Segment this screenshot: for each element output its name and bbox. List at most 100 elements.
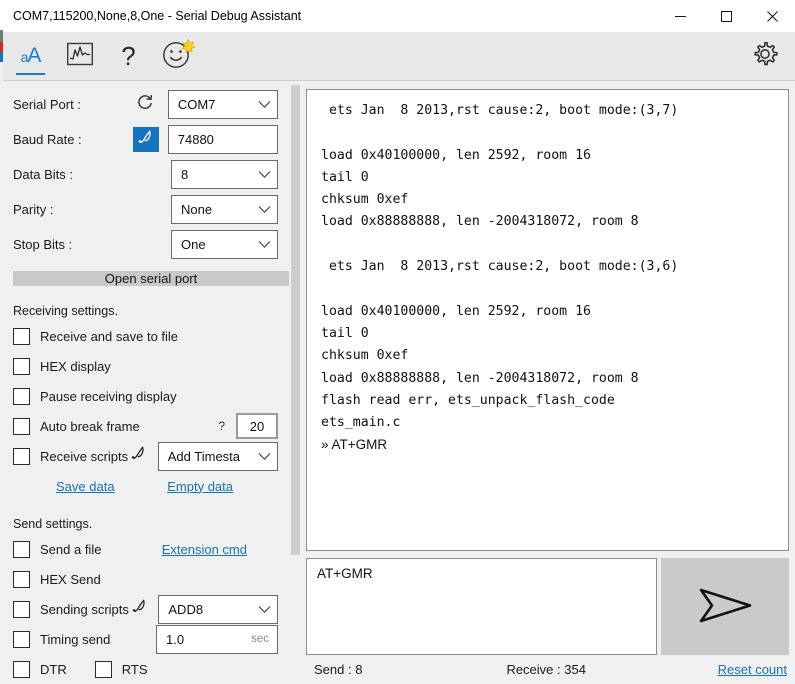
hex-display-label: HEX display (40, 358, 111, 374)
active-tab-indicator (16, 72, 45, 75)
auto-break-frame-checkbox[interactable] (13, 417, 30, 435)
terminal-line: tail 0 (321, 169, 369, 185)
hex-send-checkbox[interactable] (13, 570, 30, 588)
pen-script-icon (130, 445, 147, 467)
auto-break-frame-row: Auto break frame ? 20 (13, 411, 278, 441)
timing-send-value: 1.0 (166, 631, 185, 647)
open-serial-port-button[interactable]: Open serial port (13, 271, 289, 286)
pause-receiving-row[interactable]: Pause receiving display (13, 381, 278, 411)
stop-bits-select[interactable]: One (171, 230, 278, 259)
pause-receiving-checkbox[interactable] (13, 387, 30, 405)
send-settings-title: Send settings. (13, 517, 93, 531)
maximize-button[interactable] (703, 0, 749, 32)
auto-break-help-icon[interactable]: ? (218, 419, 225, 433)
send-arrow-icon (695, 581, 755, 632)
dtr-checkbox[interactable] (13, 660, 30, 678)
text-display-tab-label: aA (20, 44, 42, 67)
parity-select[interactable]: None (171, 195, 278, 224)
terminal-line: load 0x88888888, len -2004318072, room 8 (321, 214, 639, 230)
stop-bits-row: Stop Bits : One (13, 229, 278, 260)
baud-rate-input[interactable]: 74880 (167, 125, 278, 154)
baud-script-button[interactable] (133, 127, 159, 152)
empty-data-link[interactable]: Empty data (167, 479, 233, 494)
send-button[interactable] (661, 558, 789, 655)
smiley-icon (160, 37, 196, 75)
save-data-link[interactable]: Save data (56, 479, 115, 494)
pause-receiving-label: Pause receiving display (40, 388, 177, 404)
settings-button[interactable] (745, 36, 785, 76)
sending-scripts-row: Sending scripts ADD8 (13, 594, 278, 624)
settings-panel-scrollbar[interactable] (291, 85, 300, 680)
hex-send-label: HEX Send (40, 571, 101, 587)
terminal-panel: ets Jan 8 2013,rst cause:2, boot mode:(3… (303, 81, 795, 684)
scrollbar-track[interactable] (291, 555, 300, 680)
scrollbar-thumb[interactable] (291, 85, 300, 555)
help-tab[interactable]: ? (104, 32, 153, 80)
baud-rate-row: Baud Rate : 74880 (13, 124, 278, 155)
minimize-button[interactable] (657, 0, 703, 32)
waveform-tab[interactable] (55, 32, 104, 80)
body: Serial Port : COM7 Baud Rate: 74880 Dat… (0, 81, 795, 684)
chevron-down-icon (258, 602, 271, 617)
timing-send-unit: sec (251, 633, 269, 645)
smiley-tab[interactable] (153, 32, 202, 80)
pen-script-icon (131, 598, 148, 620)
receive-scripts-select[interactable]: Add Timesta (157, 441, 278, 471)
sending-scripts-checkbox[interactable] (13, 600, 30, 618)
terminal-line: ets_main.c (321, 415, 401, 431)
send-area: AT+GMR (306, 558, 789, 655)
receive-save-to-file-label: Receive and save to file (40, 328, 179, 344)
terminal-line: flash read err, ets_unpack_flash_code (321, 392, 615, 408)
send-a-file-checkbox[interactable] (13, 540, 30, 558)
rts-checkbox[interactable] (94, 660, 112, 678)
auto-break-frame-input[interactable]: 20 (236, 413, 278, 439)
sending-scripts-select[interactable]: ADD8 (158, 594, 278, 624)
data-bits-value: 8 (181, 167, 189, 182)
terminal-line: load 0x40100000, len 2592, room 16 (321, 303, 591, 319)
extension-cmd-link[interactable]: Extension cmd (162, 542, 247, 557)
receiving-settings-section: Receiving settings. Receive and save to … (0, 297, 292, 499)
receive-scripts-checkbox[interactable] (13, 447, 30, 465)
window-controls (657, 0, 795, 32)
terminal-line: chksum 0xef (321, 348, 409, 364)
gear-icon (751, 40, 779, 73)
serial-port-row: Serial Port : COM7 (13, 89, 278, 120)
sending-scripts-edit-button[interactable] (129, 598, 151, 620)
window-edge-accent (0, 0, 3, 684)
data-bits-row: Data Bits : 8 (13, 159, 278, 190)
timing-send-interval-input[interactable]: 1.0 sec (156, 624, 278, 654)
receive-scripts-edit-button[interactable] (128, 445, 150, 467)
receive-save-to-file-checkbox[interactable] (13, 327, 30, 345)
terminal-output[interactable]: ets Jan 8 2013,rst cause:2, boot mode:(3… (306, 89, 789, 551)
reset-count-link[interactable]: Reset count (718, 662, 787, 677)
chevron-down-icon (258, 449, 271, 464)
hex-send-row[interactable]: HEX Send (13, 564, 278, 594)
refresh-ports-button[interactable] (133, 93, 158, 117)
receive-links-row: Save data Empty data (13, 473, 278, 499)
terminal-line: tail 0 (321, 325, 369, 341)
send-a-file-row: Send a file Extension cmd (13, 534, 278, 564)
stop-bits-value: One (181, 237, 206, 252)
receive-save-to-file-row[interactable]: Receive and save to file (13, 321, 278, 351)
hex-display-row[interactable]: HEX display (13, 351, 278, 381)
text-display-tab[interactable]: aA (6, 32, 55, 80)
receiving-settings-title: Receiving settings. (13, 304, 118, 318)
timing-send-label: Timing send (40, 631, 111, 647)
window-title: COM7,115200,None,8,One - Serial Debug As… (13, 9, 302, 23)
chevron-down-icon (258, 97, 271, 112)
parity-row: Parity : None (13, 194, 278, 225)
receive-scripts-label: Receive scripts (40, 448, 129, 464)
serial-port-select[interactable]: COM7 (167, 90, 278, 119)
send-input[interactable]: AT+GMR (306, 558, 657, 655)
timing-send-checkbox[interactable] (13, 630, 30, 648)
hex-display-checkbox[interactable] (13, 357, 30, 375)
sending-scripts-label: Sending scripts (40, 601, 129, 617)
toolbar: aA ? (0, 32, 795, 81)
settings-panel: Serial Port : COM7 Baud Rate: 74880 Dat… (0, 81, 303, 684)
data-bits-select[interactable]: 8 (171, 160, 278, 189)
close-button[interactable] (749, 0, 795, 32)
chevron-down-icon (258, 202, 271, 217)
refresh-icon (136, 93, 154, 116)
